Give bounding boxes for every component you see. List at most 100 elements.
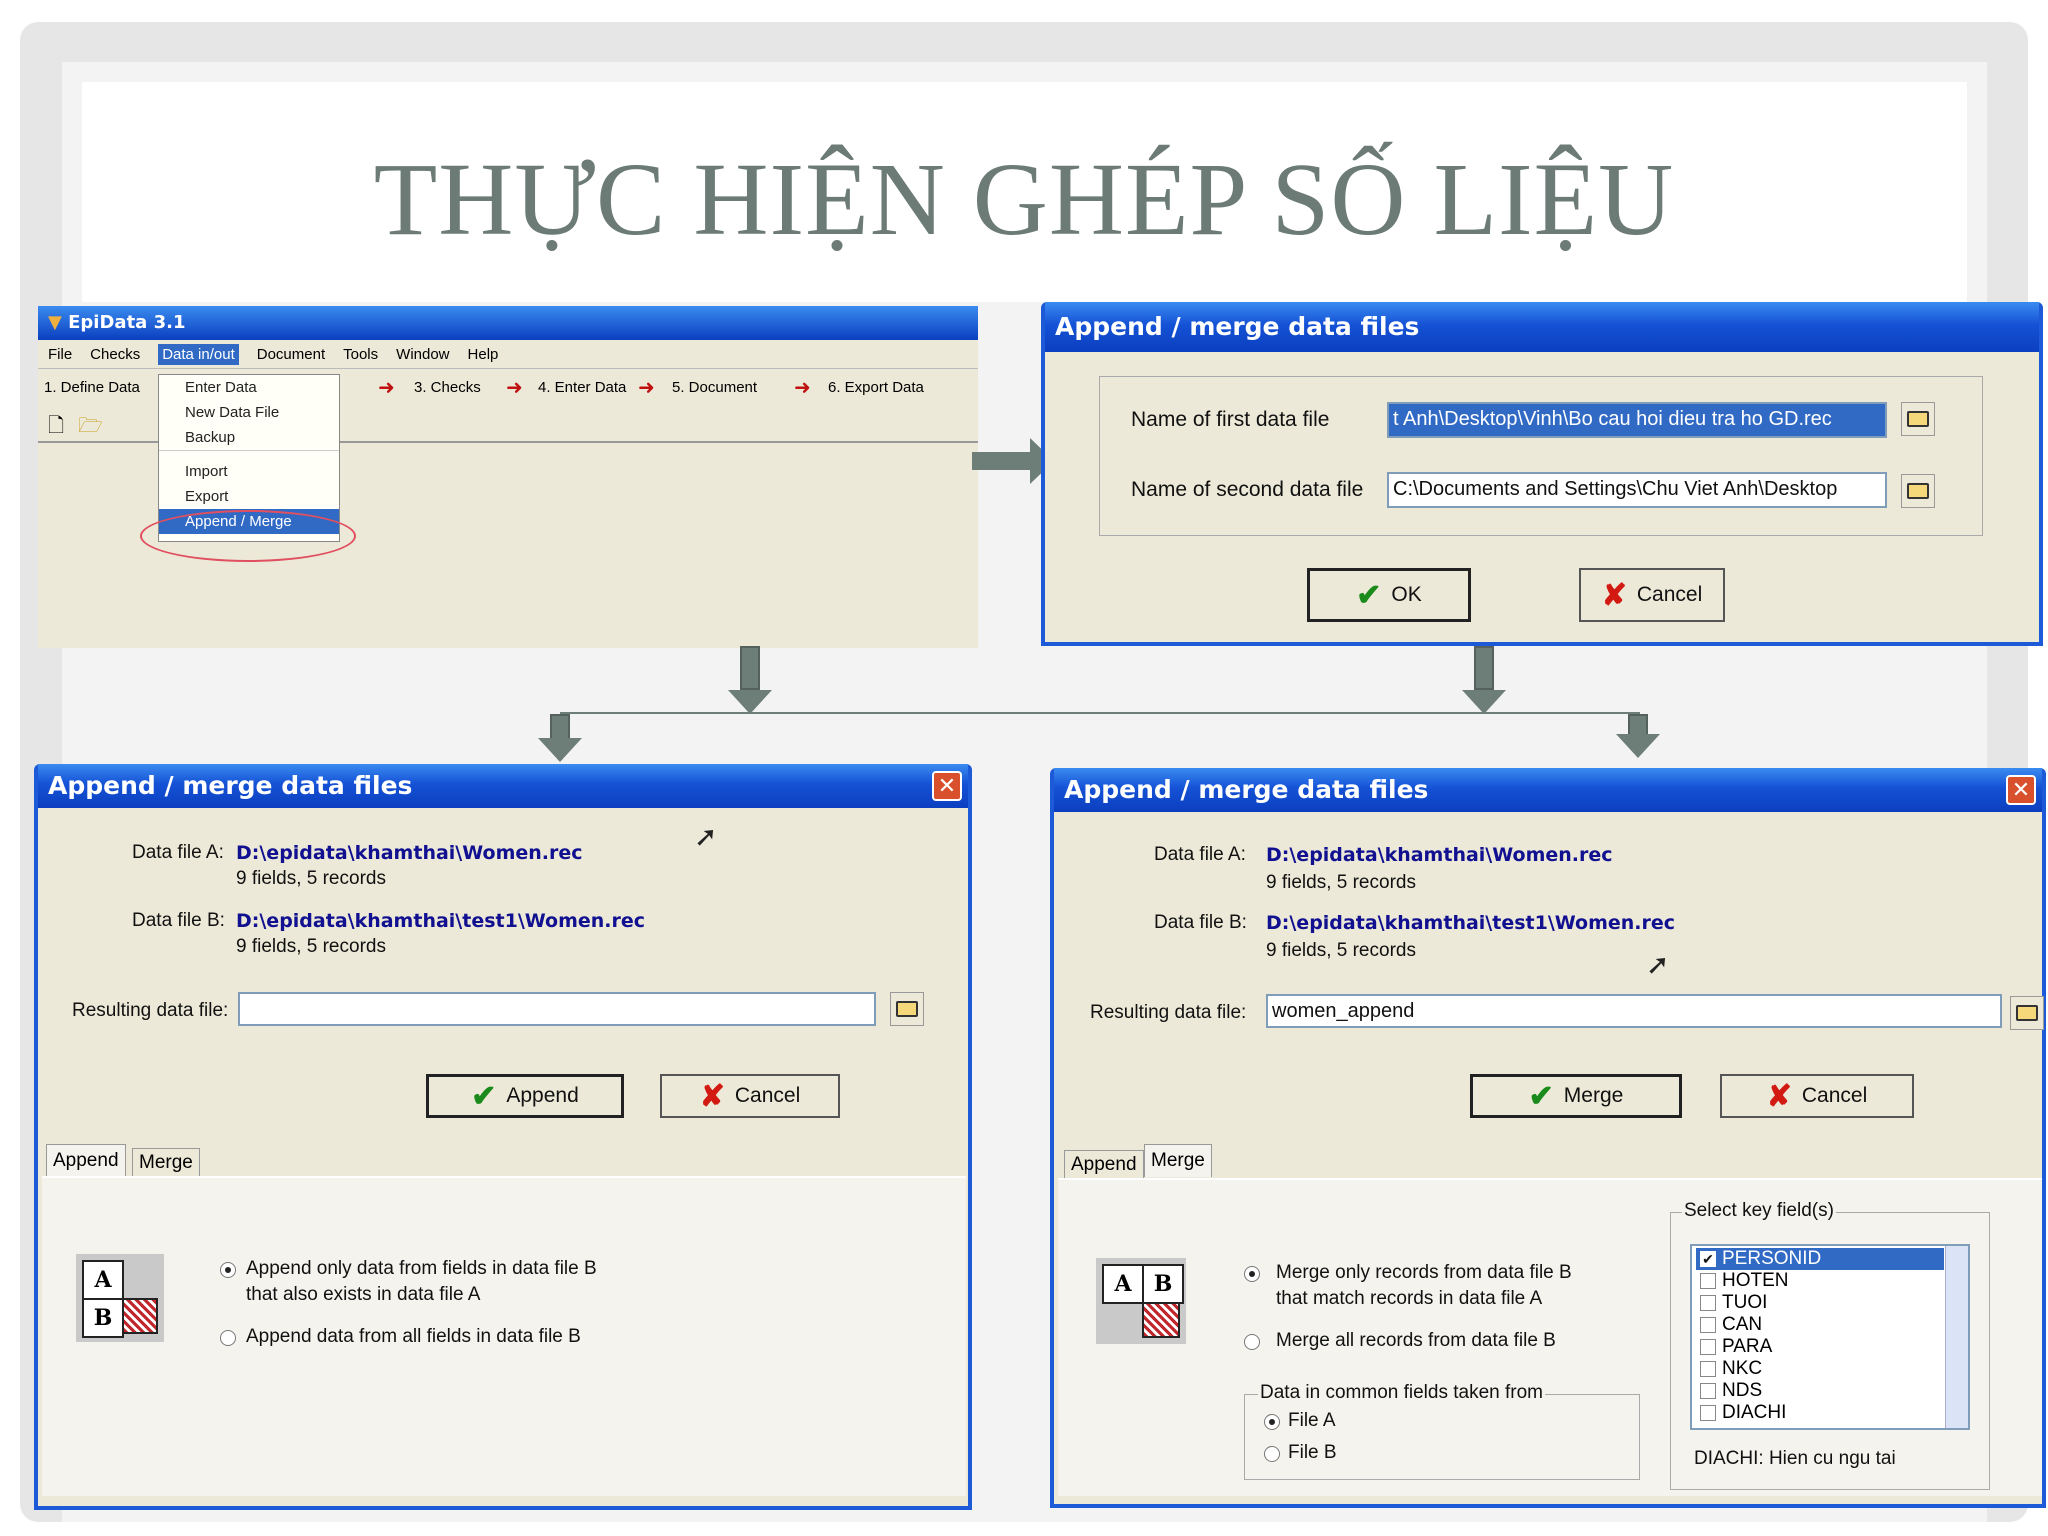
- tab-append[interactable]: Append: [46, 1144, 126, 1177]
- browse-first-folder-icon[interactable]: [1901, 402, 1935, 436]
- checkbox[interactable]: [1700, 1295, 1716, 1311]
- cancel-button[interactable]: ✘ Cancel: [660, 1074, 840, 1118]
- tab-merge[interactable]: Merge: [132, 1148, 200, 1177]
- step-enter-data[interactable]: 4. Enter Data: [538, 379, 626, 396]
- check-icon: ✔: [1356, 578, 1382, 612]
- file-a-label: Data file A:: [1154, 844, 1246, 865]
- step-checks[interactable]: 3. Checks: [414, 379, 481, 396]
- file-a-path: D:\epidata\khamthai\Women.rec: [1266, 844, 1613, 866]
- x-icon: ✘: [1766, 1079, 1792, 1113]
- menu-item-export[interactable]: Export: [159, 484, 339, 509]
- merge-dialog-title: Append / merge data files: [1064, 775, 1429, 804]
- menu-item-new-data-file[interactable]: New Data File: [159, 400, 339, 425]
- key-field-row[interactable]: DIACHI: [1696, 1402, 1786, 1424]
- epidata-title: EpiData 3.1: [68, 312, 186, 333]
- x-icon: ✘: [699, 1079, 725, 1113]
- key-field-row[interactable]: HOTEN: [1696, 1270, 1789, 1292]
- menu-item-enter-data[interactable]: Enter Data: [159, 375, 339, 400]
- append-label: Append: [506, 1084, 579, 1107]
- merge-ab-icon: A B: [1096, 1258, 1186, 1344]
- select-dialog-title: Append / merge data files: [1055, 312, 1420, 341]
- merge-button[interactable]: ✔ Merge: [1470, 1074, 1682, 1118]
- checkbox[interactable]: [1700, 1405, 1716, 1421]
- menu-file[interactable]: File: [48, 346, 72, 363]
- key-field-row[interactable]: CAN: [1696, 1314, 1762, 1336]
- merge-only-radio[interactable]: [1244, 1266, 1260, 1282]
- result-input[interactable]: women_append: [1266, 994, 2002, 1028]
- key-field-label: HOTEN: [1722, 1270, 1789, 1291]
- cancel-button[interactable]: ✘ Cancel: [1579, 568, 1725, 622]
- menu-checks[interactable]: Checks: [90, 346, 140, 363]
- checkbox[interactable]: [1700, 1339, 1716, 1355]
- step-arrow-icon: ➜: [638, 377, 655, 399]
- checkbox[interactable]: [1700, 1383, 1716, 1399]
- open-folder-icon[interactable]: 🗁: [78, 411, 103, 445]
- append-button[interactable]: ✔ Append: [426, 1074, 624, 1118]
- key-field-row[interactable]: ✔ PERSONID: [1696, 1248, 1944, 1270]
- key-fields-list[interactable]: ✔ PERSONID HOTEN TUOI CAN PARA NKC NDS D…: [1690, 1244, 1970, 1430]
- browse-result-folder-icon[interactable]: [890, 992, 924, 1026]
- cancel-label: Cancel: [1801, 1084, 1868, 1107]
- merge-all-radio[interactable]: [1244, 1334, 1260, 1350]
- tab-append[interactable]: Append: [1064, 1150, 1144, 1179]
- file-a-radio[interactable]: [1264, 1414, 1280, 1430]
- icon-hatched-block: [122, 1298, 158, 1334]
- connector-arrow: [1474, 646, 1494, 690]
- browse-result-folder-icon[interactable]: [2010, 996, 2044, 1030]
- checkbox-checked[interactable]: ✔: [1700, 1251, 1716, 1267]
- append-all-text: Append data from all fields in data file…: [246, 1326, 581, 1347]
- menu-document[interactable]: Document: [257, 346, 325, 363]
- key-field-label: NDS: [1722, 1380, 1763, 1401]
- append-only-text-2: that also exists in data file A: [246, 1284, 481, 1305]
- check-icon: ✔: [1528, 1079, 1554, 1113]
- step-document[interactable]: 5. Document: [672, 379, 757, 396]
- first-file-input[interactable]: t Anh\Desktop\Vinh\Bo cau hoi dieu tra h…: [1387, 402, 1887, 438]
- file-a-info: 9 fields, 5 records: [1266, 872, 1416, 893]
- merge-dialog: Append / merge data files ✕ Data file A:…: [1050, 768, 2046, 1508]
- mouse-cursor-icon: ➚: [694, 821, 718, 852]
- connector-arrow-head: [538, 738, 582, 762]
- menu-item-import[interactable]: Import: [159, 459, 339, 484]
- file-b-radio[interactable]: [1264, 1446, 1280, 1462]
- tab-merge[interactable]: Merge: [1144, 1144, 1212, 1177]
- connector-line: [560, 712, 1640, 714]
- append-dialog-titlebar: Append / merge data files ✕: [38, 764, 968, 808]
- key-field-status: DIACHI: Hien cu ngu tai: [1694, 1448, 1896, 1469]
- new-file-icon[interactable]: 🗋: [48, 411, 64, 445]
- list-scrollbar[interactable]: [1945, 1246, 1968, 1428]
- browse-second-folder-icon[interactable]: [1901, 474, 1935, 508]
- checkbox[interactable]: [1700, 1361, 1716, 1377]
- key-field-label: CAN: [1722, 1314, 1763, 1335]
- key-field-row[interactable]: TUOI: [1696, 1292, 1767, 1314]
- menu-tools[interactable]: Tools: [343, 346, 378, 363]
- append-all-radio[interactable]: [220, 1330, 236, 1346]
- cancel-button[interactable]: ✘ Cancel: [1720, 1074, 1914, 1118]
- menu-data-inout[interactable]: Data in/out: [158, 343, 239, 365]
- select-dialog-titlebar: Append / merge data files: [1045, 302, 2039, 352]
- key-field-row[interactable]: NDS: [1696, 1380, 1762, 1402]
- merge-only-text-2: that match records in data file A: [1276, 1288, 1543, 1309]
- check-icon: ✔: [471, 1079, 497, 1113]
- close-icon[interactable]: ✕: [2006, 775, 2036, 805]
- file-b-path: D:\epidata\khamthai\test1\Women.rec: [1266, 912, 1676, 934]
- close-icon[interactable]: ✕: [932, 771, 962, 801]
- checkbox[interactable]: [1700, 1317, 1716, 1333]
- step-define-data[interactable]: 1. Define Data: [44, 379, 140, 396]
- menu-item-backup[interactable]: Backup: [159, 425, 339, 451]
- step-export-data[interactable]: 6. Export Data: [828, 379, 924, 396]
- ok-button[interactable]: ✔ OK: [1307, 568, 1471, 622]
- x-icon: ✘: [1601, 578, 1627, 612]
- key-field-row[interactable]: NKC: [1696, 1358, 1762, 1380]
- ok-label: OK: [1391, 583, 1422, 606]
- connector-arrow-head: [1462, 690, 1506, 714]
- menu-help[interactable]: Help: [468, 346, 499, 363]
- icon-letter-a: A: [82, 1260, 124, 1300]
- result-input[interactable]: [238, 992, 876, 1026]
- append-only-radio[interactable]: [220, 1262, 236, 1278]
- menu-window[interactable]: Window: [396, 346, 449, 363]
- key-field-label: PARA: [1722, 1336, 1773, 1357]
- key-field-row[interactable]: PARA: [1696, 1336, 1772, 1358]
- key-field-label: DIACHI: [1722, 1402, 1787, 1423]
- second-file-input[interactable]: C:\Documents and Settings\Chu Viet Anh\D…: [1387, 472, 1887, 508]
- checkbox[interactable]: [1700, 1273, 1716, 1289]
